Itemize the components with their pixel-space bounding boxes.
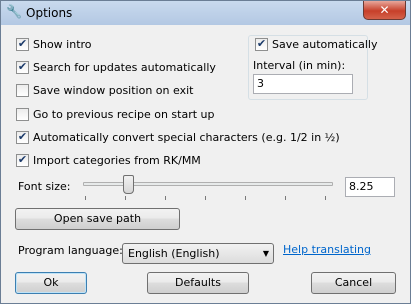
slider-tick xyxy=(125,196,126,200)
window-title: Options xyxy=(26,6,73,20)
font-size-slider-thumb[interactable] xyxy=(123,175,134,194)
import-categories-checkbox[interactable] xyxy=(16,153,29,167)
search-updates-label: Search for updates automatically xyxy=(33,61,216,74)
cancel-button[interactable]: Cancel xyxy=(311,272,396,294)
convert-special-chars-label: Automatically convert special characters… xyxy=(33,131,340,144)
program-language-value: English (English) xyxy=(128,247,220,260)
search-updates-checkbox[interactable] xyxy=(16,60,29,74)
slider-tick xyxy=(245,196,246,200)
ok-button[interactable]: Ok xyxy=(15,272,87,294)
program-language-label: Program language: xyxy=(18,244,123,257)
interval-label: Interval (in min): xyxy=(253,59,346,72)
previous-recipe-label: Go to previous recipe on start up xyxy=(33,108,215,121)
font-size-label: Font size: xyxy=(18,180,71,193)
slider-tick xyxy=(285,196,286,200)
previous-recipe-checkbox[interactable] xyxy=(16,108,29,121)
slider-tick xyxy=(85,196,86,200)
wrench-icon: 🔧 xyxy=(6,5,23,20)
open-save-path-button[interactable]: Open save path xyxy=(15,208,180,230)
save-window-position-checkbox[interactable] xyxy=(16,84,29,97)
font-size-input[interactable]: 8.25 xyxy=(345,177,395,197)
show-intro-label: Show intro xyxy=(33,38,92,51)
slider-tick xyxy=(165,196,166,200)
save-window-position-label: Save window position on exit xyxy=(33,84,194,97)
close-button[interactable]: ✕ xyxy=(363,1,406,20)
convert-special-chars-checkbox[interactable] xyxy=(16,130,29,144)
slider-tick xyxy=(205,196,206,200)
interval-input[interactable]: 3 xyxy=(253,74,353,94)
defaults-button[interactable]: Defaults xyxy=(147,272,249,294)
import-categories-label: Import categories from RK/MM xyxy=(33,154,201,167)
program-language-select[interactable]: English (English) ▼ xyxy=(122,243,274,264)
chevron-down-icon[interactable]: ▼ xyxy=(263,244,269,263)
slider-tick xyxy=(325,196,326,200)
show-intro-checkbox[interactable] xyxy=(16,37,29,51)
title-bar[interactable]: 🔧 Options ✕ xyxy=(1,1,410,25)
help-translating-link[interactable]: Help translating xyxy=(283,242,371,258)
font-size-slider-track[interactable] xyxy=(83,182,333,186)
save-automatically-checkbox[interactable] xyxy=(255,37,268,51)
save-automatically-label: Save automatically xyxy=(272,38,378,51)
